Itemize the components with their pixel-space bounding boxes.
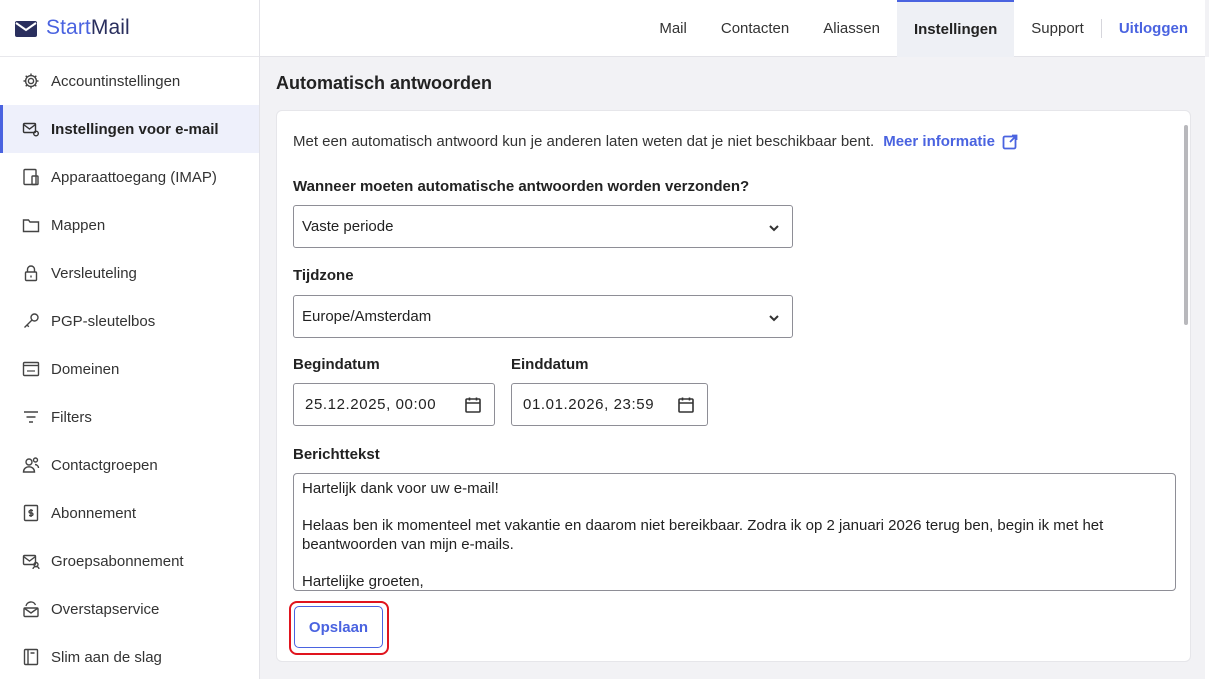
sidebar-item-label: Slim aan de slag <box>51 648 162 666</box>
tab-support[interactable]: Support <box>1014 0 1101 57</box>
sidebar-item-filters[interactable]: Filters <box>0 393 259 441</box>
sidebar-item-contact-groups[interactable]: Contactgroepen <box>0 441 259 489</box>
sidebar-item-label: Accountinstellingen <box>51 72 181 90</box>
sidebar-item-account-settings[interactable]: Accountinstellingen <box>0 57 259 105</box>
timezone-select-value: Europe/Amsterdam <box>302 308 432 325</box>
contact-group-icon <box>21 455 41 475</box>
sidebar-item-email-settings[interactable]: Instellingen voor e-mail <box>0 105 259 153</box>
sidebar-item-domains[interactable]: Domeinen <box>0 345 259 393</box>
brand-start-text: Start <box>46 16 91 39</box>
top-nav: Mail Contacten Aliassen Instellingen Sup… <box>642 0 1205 57</box>
sidebar-item-label: Abonnement <box>51 504 137 522</box>
book-icon <box>21 647 41 667</box>
tab-aliases[interactable]: Aliassen <box>806 0 897 57</box>
sidebar-item-folders[interactable]: Mappen <box>0 201 259 249</box>
top-bar: Mail Contacten Aliassen Instellingen Sup… <box>260 0 1205 57</box>
sidebar-item-label: Versleuteling <box>51 264 137 282</box>
group-subscription-icon <box>21 551 41 571</box>
sidebar: StartMail Accountinstellingen Instelling… <box>0 0 260 679</box>
lock-icon <box>21 263 41 283</box>
sidebar-item-label: Mappen <box>51 216 106 234</box>
message-line: Helaas ben ik momenteel met vakantie en … <box>302 517 1104 553</box>
more-info-link[interactable]: Meer informatie <box>883 133 1018 150</box>
start-date-label: Begindatum <box>293 356 380 373</box>
start-date-value: 25.12.2025, 00:00 <box>305 396 437 413</box>
sidebar-item-subscription[interactable]: Abonnement <box>0 489 259 537</box>
start-date-input[interactable]: 25.12.2025, 00:00 <box>293 383 495 426</box>
when-select[interactable]: Vaste periode <box>293 205 793 248</box>
calendar-icon[interactable] <box>677 396 695 414</box>
tab-settings[interactable]: Instellingen <box>896 0 1015 57</box>
intro-description: Met een automatisch antwoord kun je ande… <box>293 133 875 150</box>
more-info-label: Meer informatie <box>883 133 995 150</box>
save-button-highlight: Opslaan <box>289 601 389 655</box>
migration-icon <box>21 599 41 619</box>
save-button[interactable]: Opslaan <box>294 606 383 648</box>
logout-link[interactable]: Uitloggen <box>1102 0 1205 57</box>
sidebar-item-group-subscription[interactable]: Groepsabonnement <box>0 537 259 585</box>
brand-name: StartMail <box>46 16 130 40</box>
sidebar-item-label: Groepsabonnement <box>51 552 184 570</box>
card-scrollbar-thumb[interactable] <box>1184 125 1188 325</box>
end-date-label: Einddatum <box>511 356 589 373</box>
auto-reply-card: Met een automatisch antwoord kun je ande… <box>276 110 1191 662</box>
envelope-logo-icon <box>15 21 37 37</box>
external-link-icon <box>1002 134 1018 149</box>
sidebar-item-label: Domeinen <box>51 360 120 378</box>
device-icon <box>21 167 41 187</box>
when-label: Wanneer moeten automatische antwoorden w… <box>293 178 750 195</box>
sidebar-item-getting-started[interactable]: Slim aan de slag <box>0 633 259 679</box>
page-scrollbar[interactable] <box>1205 57 1209 679</box>
sidebar-item-device-access[interactable]: Apparaattoegang (IMAP) <box>0 153 259 201</box>
tab-mail[interactable]: Mail <box>642 0 704 57</box>
page-title: Automatisch antwoorden <box>276 73 493 93</box>
folder-icon <box>21 215 41 235</box>
sidebar-item-label: PGP-sleutelbos <box>51 312 156 330</box>
subscription-icon <box>21 503 41 523</box>
intro-text: Met een automatisch antwoord kun je ande… <box>293 133 1018 150</box>
message-line: Hartelijk dank voor uw e-mail! <box>302 480 499 497</box>
sidebar-item-label: Overstapservice <box>51 600 160 618</box>
sidebar-item-label: Apparaattoegang (IMAP) <box>51 168 217 186</box>
brand-logo[interactable]: StartMail <box>0 0 259 57</box>
calendar-icon[interactable] <box>464 396 482 414</box>
when-select-value: Vaste periode <box>302 218 394 235</box>
filter-icon <box>21 407 41 427</box>
end-date-input[interactable]: 01.01.2026, 23:59 <box>511 383 708 426</box>
timezone-label: Tijdzone <box>293 267 354 284</box>
brand-mail-text: Mail <box>90 16 130 39</box>
sidebar-item-label: Filters <box>51 408 92 426</box>
sidebar-item-encryption[interactable]: Versleuteling <box>0 249 259 297</box>
end-date-value: 01.01.2026, 23:59 <box>523 396 655 413</box>
sidebar-item-label: Instellingen voor e-mail <box>51 120 219 138</box>
message-label: Berichttekst <box>293 446 380 463</box>
mail-settings-icon <box>21 119 41 139</box>
message-textarea[interactable]: Hartelijk dank voor uw e-mail! Helaas be… <box>293 473 1176 591</box>
sidebar-item-migration-service[interactable]: Overstapservice <box>0 585 259 633</box>
sidebar-item-pgp-keyring[interactable]: PGP-sleutelbos <box>0 297 259 345</box>
settings-nav: Accountinstellingen Instellingen voor e-… <box>0 57 259 679</box>
timezone-select[interactable]: Europe/Amsterdam <box>293 295 793 338</box>
domain-icon <box>21 359 41 379</box>
chevron-down-icon <box>768 221 780 233</box>
chevron-down-icon <box>768 311 780 323</box>
sidebar-item-label: Contactgroepen <box>51 456 158 474</box>
message-line: Hartelijke groeten, <box>302 572 424 590</box>
tab-contacts[interactable]: Contacten <box>704 0 806 57</box>
key-icon <box>21 311 41 331</box>
gear-icon <box>21 71 41 91</box>
main-content: Automatisch antwoorden Met een automatis… <box>260 57 1205 679</box>
